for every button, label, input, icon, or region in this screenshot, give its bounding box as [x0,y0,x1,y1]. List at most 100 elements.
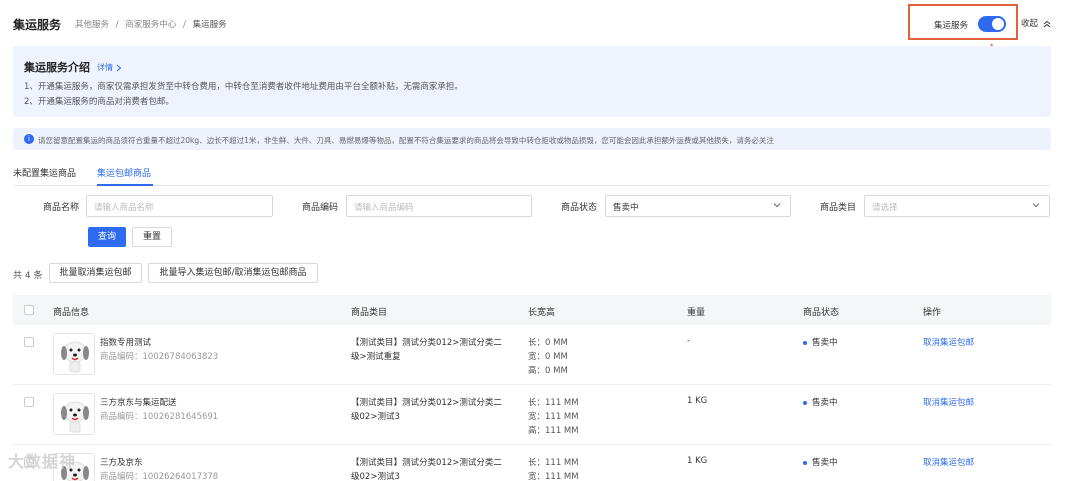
chevron-up-icon [1043,20,1051,27]
product-code-input[interactable]: 请输入商品编码 [346,195,532,217]
product-status-label: 商品状态 [561,203,598,213]
breadcrumb-item-other-services[interactable]: 其他服务 [75,20,109,30]
chevron-down-icon [773,203,781,208]
chevron-right-icon [116,64,121,71]
column-header-action: 操作 [923,308,942,318]
service-toggle-label: 集运服务 [934,21,969,31]
dimension-length: 长：0 MM [528,338,568,348]
status-text: 售卖中 [812,398,838,408]
column-header-dimensions: 长宽高 [528,308,556,318]
status-dot [803,340,807,345]
collapse-label: 收起 [1021,19,1039,29]
intro-detail-label: 详情 [97,63,113,72]
watermark: 大数据神 [8,452,77,471]
category-line: 【测试类目】测试分类012>测试分类二 [351,398,502,408]
product-weight: 1 KG [687,396,708,406]
service-intro-panel: 集运服务介绍 详情 1、开通集运服务，商家仅需承担发货至中转仓费用，中转仓至消费… [13,46,1051,117]
chevron-down-icon [1032,203,1040,208]
status-dot [803,400,807,405]
product-thumbnail[interactable] [53,393,95,435]
row-checkbox[interactable] [24,397,34,407]
dimension-width: 宽：111 MM [528,472,579,481]
tab-unconfigured[interactable]: 未配置集运商品 [13,166,76,179]
row-checkbox[interactable] [24,337,34,347]
product-category-placeholder: 请选择 [872,203,898,213]
toggle-knob [992,18,1004,30]
breadcrumb-separator: / [183,20,186,30]
product-name: 三方及京东 [100,458,143,468]
cancel-free-shipping-link[interactable]: 取消集运包邮 [923,456,974,468]
dimension-width: 宽：0 MM [528,352,568,362]
product-category-label: 商品类目 [820,203,857,213]
product-name-label: 商品名称 [43,203,80,213]
dimension-height: 高：0 MM [528,366,568,376]
product-thumbnail[interactable] [53,333,95,375]
column-header-status: 商品状态 [803,308,840,318]
dimension-length: 长：111 MM [528,458,579,468]
column-header-product-info: 商品信息 [53,308,90,318]
category-line: 级>测试重复 [351,352,401,362]
status-text: 售卖中 [812,458,838,468]
product-name: 三方京东与集运配送 [100,398,177,408]
intro-line-1: 1、开通集运服务，商家仅需承担发货至中转仓费用，中转仓至消费者收件地址费用由平台… [24,82,463,92]
result-count: 共 4 条 [13,271,43,281]
category-line: 【测试类目】测试分类012>测试分类二 [351,338,502,348]
dimension-length: 长：111 MM [528,398,579,408]
product-status-value: 售卖中 [613,203,639,213]
mascot-dog-icon [61,341,89,373]
status-badge: 售卖中 [803,396,838,408]
service-toggle-switch[interactable] [978,16,1006,32]
table-row: 三方京东与集运配送 商品编码：10026281645691 【测试类目】测试分类… [13,385,1051,445]
category-line: 【测试类目】测试分类012>测试分类二 [351,458,502,468]
category-line: 级02>测试3 [351,412,400,422]
breadcrumb-item-current: 集运服务 [192,20,227,30]
column-header-weight: 重量 [687,308,706,318]
table-row: 三方及京东 商品编码：10026264017378 【测试类目】测试分类012>… [13,445,1051,481]
dimension-height: 高：111 MM [528,426,579,436]
page-header: 集运服务 其他服务 / 商家服务中心 / 集运服务 集运服务 收起 [0,0,1080,46]
status-badge: 售卖中 [803,336,838,348]
product-category: 【测试类目】测试分类012>测试分类二 级02>测试3 [351,396,521,424]
active-tab-indicator [97,184,153,186]
product-name: 指数专用测试 [100,338,152,348]
product-weight: 1 KG [687,456,708,466]
query-button[interactable]: 查询 [88,227,126,247]
info-icon: i [24,134,34,144]
breadcrumb-separator: / [115,20,119,30]
dimension-width: 宽：111 MM [528,412,579,422]
collapse-button[interactable]: 收起 [1021,17,1051,29]
notice-text: 请您留意配置集运的商品须符合重量不超过20kg、边长不超过1米，非生鲜、大件、刀… [38,136,774,145]
batch-cancel-button[interactable]: 批量取消集运包邮 [49,263,142,283]
intro-detail-link[interactable]: 详情 [97,62,122,73]
tab-free-shipping[interactable]: 集运包邮商品 [97,166,151,179]
product-category-select[interactable]: 请选择 [864,195,1050,217]
product-category: 【测试类目】测试分类012>测试分类二 级>测试重复 [351,336,521,364]
status-text: 售卖中 [812,338,838,348]
product-name-input[interactable]: 请输入商品名称 [86,195,273,217]
status-badge: 售卖中 [803,456,838,468]
intro-line-2: 2、开通集运服务的商品对消费者包邮。 [24,97,174,107]
table-row: 指数专用测试 商品编码：10026784063823 【测试类目】测试分类012… [13,325,1051,385]
page-title: 集运服务 [13,18,62,32]
category-line: 级02>测试3 [351,472,400,481]
column-header-category: 商品类目 [351,308,388,318]
tab-bar: 未配置集运商品 集运包邮商品 [13,160,1051,186]
product-code-label: 商品编码 [302,203,339,213]
reset-button[interactable]: 重置 [132,227,172,247]
product-category: 【测试类目】测试分类012>测试分类二 级02>测试3 [351,456,521,481]
breadcrumb-item-merchant-center[interactable]: 商家服务中心 [125,20,176,30]
notice-bar: i 请您留意配置集运的商品须符合重量不超过20kg、边长不超过1米，非生鲜、大件… [13,128,1051,150]
select-all-checkbox[interactable] [24,305,34,315]
mascot-dog-icon [61,401,89,433]
product-status-select[interactable]: 售卖中 [605,195,791,217]
intro-title: 集运服务介绍 [24,61,90,74]
table-header: 商品信息 商品类目 长宽高 重量 商品状态 操作 [13,295,1051,325]
product-code: 商品编码：10026784063823 [100,352,219,362]
product-weight: - [687,336,691,346]
batch-import-button[interactable]: 批量导入集运包邮/取消集运包邮商品 [148,263,318,283]
product-code: 商品编码：10026281645691 [100,412,219,422]
breadcrumb: 其他服务 / 商家服务中心 / 集运服务 [75,18,231,30]
service-toggle-highlight: 集运服务 [908,4,1018,40]
cancel-free-shipping-link[interactable]: 取消集运包邮 [923,396,974,408]
cancel-free-shipping-link[interactable]: 取消集运包邮 [923,336,974,348]
